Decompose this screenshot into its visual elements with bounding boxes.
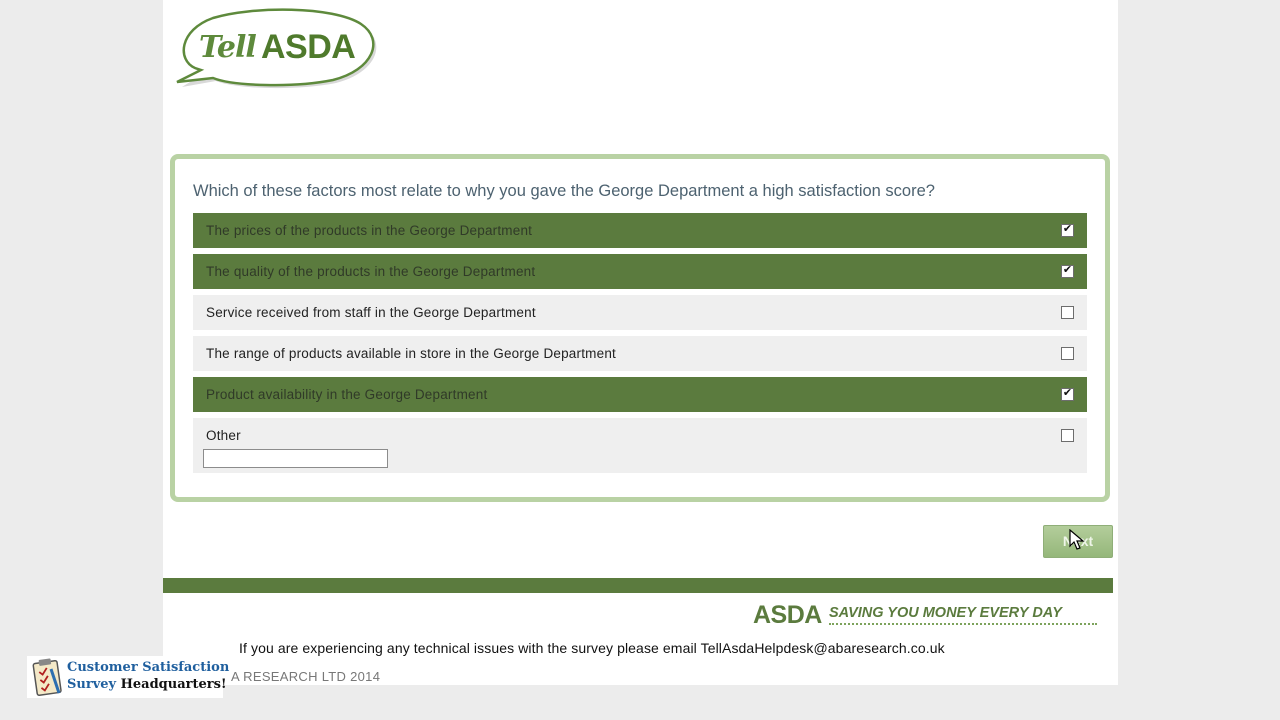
option-checkbox[interactable]: ✔ — [1061, 386, 1074, 401]
option-checkbox[interactable] — [1061, 429, 1074, 442]
option-checkbox[interactable]: ✔ — [1061, 263, 1074, 278]
option-prices[interactable]: The prices of the products in the George… — [193, 213, 1087, 248]
footer-asda-logo: ASDA — [753, 601, 822, 629]
option-label: Other — [206, 428, 241, 443]
watermark-line2b: Headquarters! — [120, 677, 227, 692]
question-text: Which of these factors most relate to wh… — [193, 182, 935, 200]
option-label: The quality of the products in the Georg… — [206, 264, 536, 279]
watermark-badge: Customer Satisfaction Survey Headquarter… — [27, 656, 229, 698]
option-label: Product availability in the George Depar… — [206, 387, 488, 402]
check-icon: ✔ — [1062, 222, 1073, 235]
option-label: The prices of the products in the George… — [206, 223, 533, 238]
other-text-input[interactable] — [203, 449, 388, 468]
footer-slogan: SAVING YOU MONEY EVERY DAY — [829, 603, 1097, 625]
option-range[interactable]: The range of products available in store… — [193, 336, 1087, 371]
footer-bar — [163, 578, 1113, 593]
option-service[interactable]: Service received from staff in the Georg… — [193, 295, 1087, 330]
option-other[interactable]: Other — [193, 418, 1087, 473]
mouse-cursor-icon — [1069, 529, 1085, 550]
watermark-line2: Survey Headquarters! — [67, 677, 227, 692]
watermark-line2a: Survey — [67, 677, 121, 692]
support-text: If you are experiencing any technical is… — [239, 640, 945, 656]
option-checkbox[interactable] — [1061, 306, 1074, 319]
logo-asda-text: ASDA — [261, 28, 356, 66]
survey-page: Tell ASDA Which of these factors most re… — [163, 0, 1118, 685]
option-label: The range of products available in store… — [206, 346, 616, 361]
option-checkbox[interactable]: ✔ — [1061, 222, 1074, 237]
watermark-line1: Customer Satisfaction — [67, 660, 230, 675]
logo-tell-text: Tell — [199, 30, 257, 65]
copyright-text: A RESEARCH LTD 2014 — [231, 669, 381, 684]
option-availability[interactable]: Product availability in the George Depar… — [193, 377, 1087, 412]
check-icon: ✔ — [1062, 263, 1073, 276]
clipboard-icon — [32, 658, 62, 696]
tell-asda-logo: Tell ASDA — [173, 8, 378, 90]
question-card: Which of these factors most relate to wh… — [170, 154, 1110, 502]
check-icon: ✔ — [1062, 386, 1073, 399]
option-label: Service received from staff in the Georg… — [206, 305, 536, 320]
option-checkbox[interactable] — [1061, 347, 1074, 360]
option-quality[interactable]: The quality of the products in the Georg… — [193, 254, 1087, 289]
